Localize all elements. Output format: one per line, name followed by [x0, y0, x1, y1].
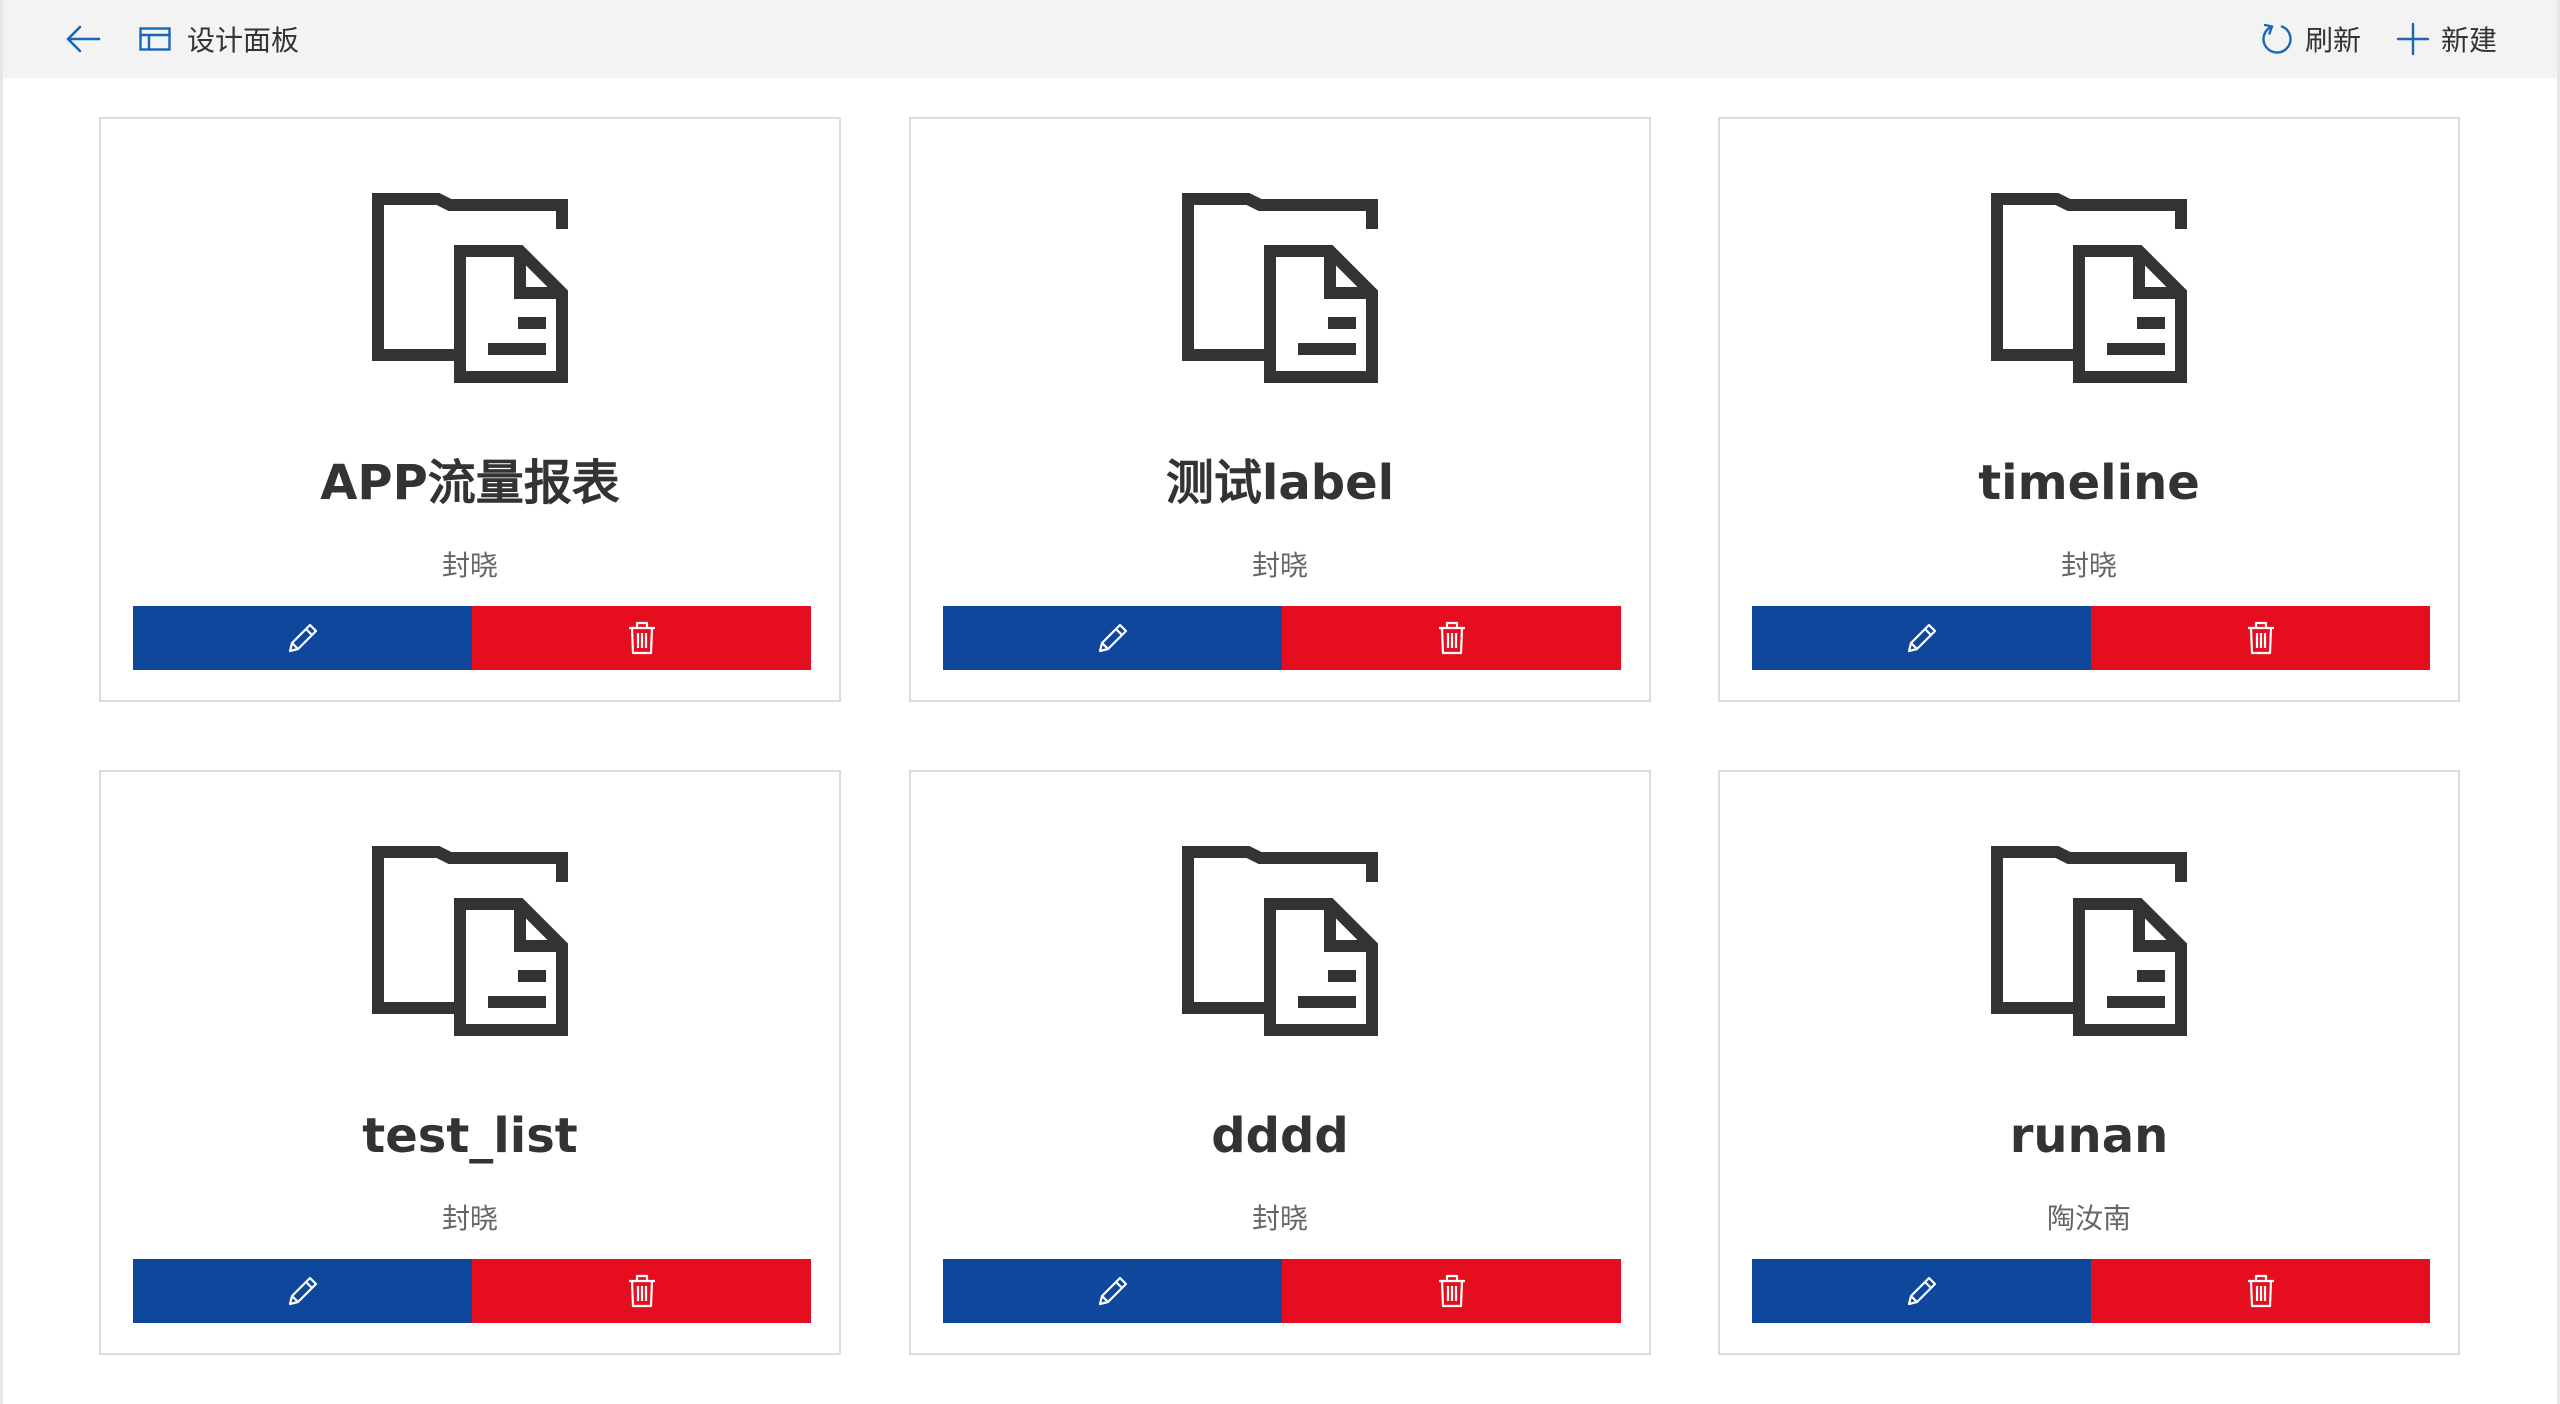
- dashboard-author: 封晓: [441, 549, 498, 582]
- dashboard-author: 封晓: [2060, 549, 2117, 582]
- trash-icon: [2247, 621, 2274, 655]
- dashboard-name: timeline: [1978, 455, 2200, 511]
- delete-button[interactable]: [2091, 606, 2430, 670]
- card-actions: [943, 606, 1621, 670]
- plus-icon: [2395, 21, 2431, 57]
- edit-button[interactable]: [943, 606, 1282, 670]
- edit-button[interactable]: [1752, 1259, 2091, 1323]
- delete-button[interactable]: [1282, 1259, 1621, 1323]
- card-actions: [1752, 606, 2430, 670]
- delete-button[interactable]: [1282, 606, 1621, 670]
- page-title: 设计面板: [187, 24, 300, 57]
- refresh-label: 刷新: [2305, 24, 2362, 57]
- card-actions: [133, 606, 811, 670]
- card-actions: [1752, 1259, 2430, 1323]
- trash-icon: [628, 1274, 655, 1308]
- folder-document-icon: [1182, 193, 1378, 383]
- trash-icon: [2247, 1274, 2274, 1308]
- dashboard-name: 测试label: [1165, 455, 1395, 511]
- folder-document-icon: [372, 193, 568, 383]
- edit-button[interactable]: [133, 1259, 472, 1323]
- dashboard-card[interactable]: 测试label 封晓: [909, 117, 1651, 702]
- pencil-icon: [1907, 1276, 1936, 1306]
- dashboard-name: runan: [2009, 1108, 2169, 1164]
- dashboard-author: 陶汝南: [2046, 1202, 2131, 1235]
- back-button[interactable]: [61, 18, 105, 60]
- delete-button[interactable]: [472, 606, 811, 670]
- dashboard-name: APP流量报表: [320, 455, 620, 511]
- pencil-icon: [1098, 1276, 1127, 1306]
- card-actions: [943, 1259, 1621, 1323]
- arrow-left-icon: [66, 25, 101, 53]
- page-title-group: 设计面板: [139, 18, 299, 60]
- create-button[interactable]: 新建: [2395, 18, 2497, 60]
- dashboard-card[interactable]: APP流量报表 封晓: [99, 117, 841, 702]
- delete-button[interactable]: [2091, 1259, 2430, 1323]
- top-toolbar: 设计面板 刷新 新建: [3, 0, 2557, 78]
- create-label: 新建: [2441, 24, 2498, 57]
- pencil-icon: [1098, 623, 1127, 653]
- edit-button[interactable]: [943, 1259, 1282, 1323]
- pencil-icon: [288, 623, 317, 653]
- trash-icon: [628, 621, 655, 655]
- edit-button[interactable]: [133, 606, 472, 670]
- dashboard-card[interactable]: runan 陶汝南: [1718, 770, 2460, 1355]
- folder-document-icon: [1991, 846, 2187, 1036]
- dashboard-name: test_list: [362, 1108, 578, 1164]
- trash-icon: [1438, 1274, 1465, 1308]
- folder-document-icon: [1182, 846, 1378, 1036]
- refresh-icon: [2259, 21, 2295, 57]
- dashboard-card[interactable]: timeline 封晓: [1718, 117, 2460, 702]
- card-actions: [133, 1259, 811, 1323]
- dashboard-name: dddd: [1211, 1108, 1349, 1164]
- dashboard-author: 封晓: [1251, 1202, 1308, 1235]
- pencil-icon: [288, 1276, 317, 1306]
- pencil-icon: [1907, 623, 1936, 653]
- refresh-button[interactable]: 刷新: [2259, 18, 2361, 60]
- trash-icon: [1438, 621, 1465, 655]
- folder-document-icon: [1991, 193, 2187, 383]
- dashboard-author: 封晓: [1251, 549, 1308, 582]
- dashboard-author: 封晓: [441, 1202, 498, 1235]
- dashboard-card[interactable]: test_list 封晓: [99, 770, 841, 1355]
- folder-document-icon: [372, 846, 568, 1036]
- design-panel-page: 设计面板 刷新 新建 APP流量报表 封晓 测试label 封晓 timelin…: [0, 0, 2560, 1404]
- delete-button[interactable]: [472, 1259, 811, 1323]
- dashboard-card[interactable]: dddd 封晓: [909, 770, 1651, 1355]
- panel-layout-icon: [139, 26, 173, 52]
- edit-button[interactable]: [1752, 606, 2091, 670]
